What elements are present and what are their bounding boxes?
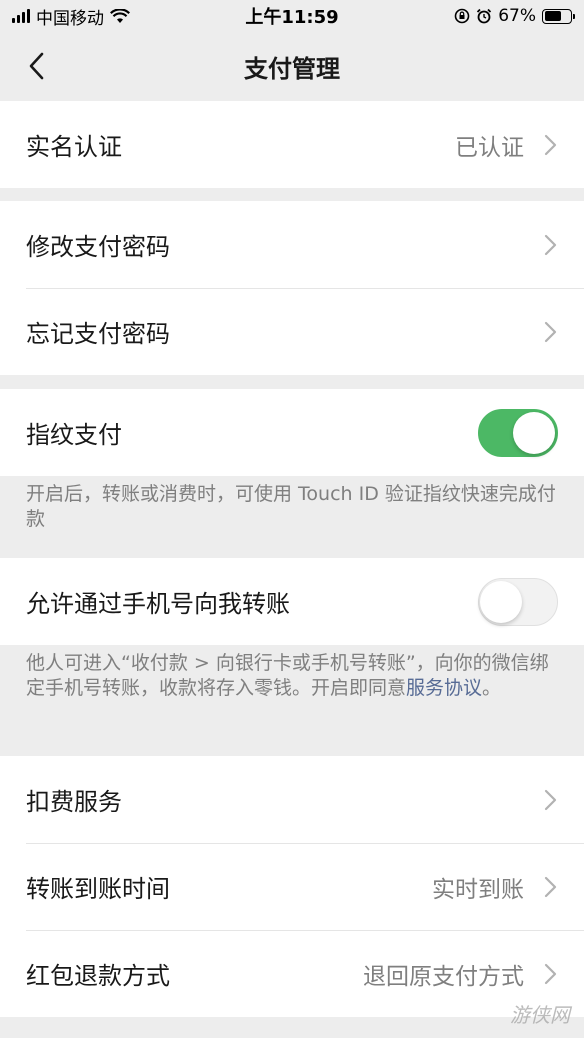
change-payment-password-label: 修改支付密码 xyxy=(26,233,170,261)
deduction-service-label: 扣费服务 xyxy=(26,788,122,816)
service-agreement-link[interactable]: 服务协议 xyxy=(406,677,482,699)
chevron-right-icon xyxy=(544,134,557,155)
status-left: 中国移动 xyxy=(12,4,130,29)
red-packet-refund-label: 红包退款方式 xyxy=(26,962,170,990)
phone-transfer-toggle[interactable] xyxy=(478,577,558,626)
carrier-name: 中国移动 xyxy=(36,8,104,29)
change-payment-password-row[interactable]: 修改支付密码 xyxy=(0,201,584,288)
settings-group-password: 修改支付密码 忘记支付密码 xyxy=(0,201,584,375)
deduction-service-row[interactable]: 扣费服务 xyxy=(0,756,584,843)
chevron-right-icon xyxy=(544,963,557,984)
phone-transfer-note: 他人可进入“收付款 > 向银行卡或手机号转账”，向你的微信绑定手机号转账，收款将… xyxy=(0,643,584,701)
fingerprint-note: 开启后，转账或消费时，可使用 Touch ID 验证指纹快速完成付款 xyxy=(26,483,556,530)
settings-group-services: 扣费服务 转账到账时间 实时到账 红包退款方式 退回原支付方式 xyxy=(0,756,584,1017)
rotation-lock-icon xyxy=(454,8,470,24)
toggle-knob xyxy=(513,411,555,454)
navigation-bar: 支付管理 xyxy=(0,32,584,100)
realname-verification-row[interactable]: 实名认证 已认证 xyxy=(0,101,584,188)
fingerprint-payment-row: 指纹支付 xyxy=(0,389,584,476)
phone-transfer-label: 允许通过手机号向我转账 xyxy=(26,590,290,618)
battery-icon xyxy=(542,8,575,24)
alarm-icon xyxy=(477,8,492,24)
transfer-arrival-time-row[interactable]: 转账到账时间 实时到账 xyxy=(0,843,584,930)
realname-verification-label: 实名认证 xyxy=(26,133,122,161)
battery-percent: 67% xyxy=(498,6,536,26)
red-packet-refund-value: 退回原支付方式 xyxy=(363,963,524,990)
chevron-right-icon xyxy=(544,789,557,810)
settings-group-phone-transfer: 允许通过手机号向我转账 xyxy=(0,558,584,645)
cellular-signal-icon xyxy=(12,9,30,23)
watermark: 游侠网 xyxy=(510,1003,570,1027)
page-title: 支付管理 xyxy=(244,54,340,83)
transfer-arrival-time-value: 实时到账 xyxy=(432,876,524,903)
forgot-payment-password-row[interactable]: 忘记支付密码 xyxy=(0,288,584,375)
chevron-right-icon xyxy=(544,876,557,897)
transfer-arrival-time-label: 转账到账时间 xyxy=(26,875,170,903)
status-bar: 中国移动 上午11:59 67% xyxy=(0,0,584,32)
phone-transfer-row: 允许通过手机号向我转账 xyxy=(0,558,584,645)
chevron-right-icon xyxy=(544,321,557,342)
settings-group-fingerprint: 指纹支付 xyxy=(0,389,584,476)
back-button[interactable] xyxy=(18,48,54,84)
realname-verification-status: 已认证 xyxy=(455,134,524,161)
chevron-left-icon xyxy=(29,52,44,80)
chevron-right-icon xyxy=(544,234,557,255)
red-packet-refund-row[interactable]: 红包退款方式 退回原支付方式 xyxy=(0,930,584,1017)
fingerprint-payment-label: 指纹支付 xyxy=(26,421,122,449)
wifi-icon xyxy=(110,8,130,23)
toggle-knob xyxy=(480,580,522,623)
status-right: 67% xyxy=(454,6,575,26)
fingerprint-payment-toggle[interactable] xyxy=(478,408,558,457)
settings-group-verification: 实名认证 已认证 xyxy=(0,101,584,188)
phone-transfer-note-end: 。 xyxy=(482,677,502,699)
forgot-payment-password-label: 忘记支付密码 xyxy=(26,320,170,348)
